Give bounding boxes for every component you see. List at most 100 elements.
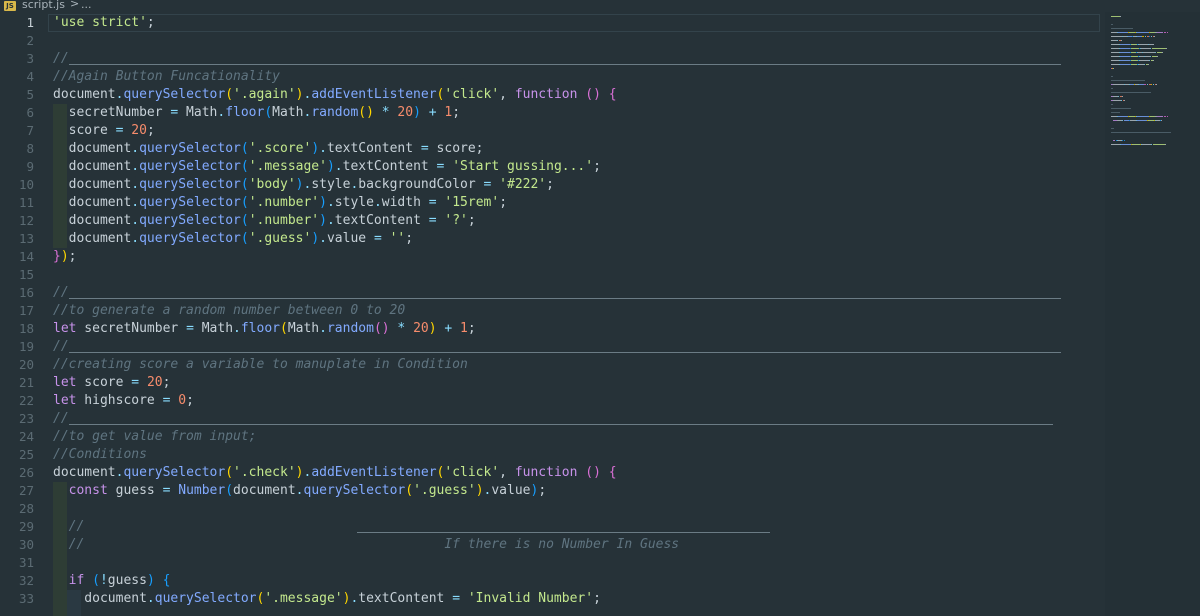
code-line[interactable]: 29 // bbox=[0, 518, 1100, 536]
minimap-mark bbox=[1156, 84, 1157, 85]
code-text: document.querySelector('.check').addEven… bbox=[53, 464, 617, 482]
code-text: // bbox=[53, 284, 69, 302]
code-line[interactable]: 27 const guess = Number(document.querySe… bbox=[0, 482, 1100, 500]
line-number: 2 bbox=[26, 33, 34, 48]
code-line[interactable]: 31 bbox=[0, 554, 1100, 572]
code-line[interactable]: 8 document.querySelector('.score').textC… bbox=[0, 140, 1100, 158]
code-line[interactable]: 25 //Conditions bbox=[0, 446, 1100, 464]
minimap-mark bbox=[1144, 84, 1146, 85]
code-token: highscore bbox=[76, 393, 163, 408]
minimap-mark bbox=[1111, 52, 1119, 53]
breadcrumb-file-name[interactable]: script.js bbox=[22, 0, 65, 11]
code-token: Math bbox=[272, 105, 304, 120]
line-number: 22 bbox=[18, 393, 34, 408]
code-line[interactable]: 10 document.querySelector('body').style.… bbox=[0, 176, 1100, 194]
code-line[interactable]: 2 bbox=[0, 32, 1100, 50]
code-line[interactable]: 13 document.querySelector('.guess').valu… bbox=[0, 230, 1100, 248]
breadcrumb-more[interactable]: ... bbox=[81, 0, 92, 11]
code-text: // bbox=[53, 518, 85, 536]
minimap-mark bbox=[1157, 116, 1163, 117]
code-line[interactable]: 33 document.querySelector('.message').te… bbox=[0, 590, 1100, 608]
code-text: document.querySelector('.message').textC… bbox=[53, 158, 601, 176]
minimap-mark bbox=[1118, 96, 1119, 97]
line-number: 1 bbox=[26, 15, 34, 30]
code-line[interactable]: 3 // bbox=[0, 50, 1100, 68]
minimap-mark bbox=[1120, 64, 1130, 65]
minimap-mark bbox=[1111, 80, 1145, 81]
line-number: 10 bbox=[18, 177, 34, 192]
code-text: //Conditions bbox=[53, 446, 147, 464]
minimap-mark bbox=[1161, 120, 1162, 121]
code-line[interactable]: 32 if (!guess) { bbox=[0, 572, 1100, 590]
code-line[interactable]: 17 //to generate a random number between … bbox=[0, 302, 1100, 320]
code-token: querySelector bbox=[139, 231, 241, 246]
code-token: addEventListener bbox=[311, 465, 437, 480]
line-number: 28 bbox=[18, 501, 34, 516]
code-line[interactable]: 20 //creating score a variable to manupla… bbox=[0, 356, 1100, 374]
code-line[interactable]: 5 document.querySelector('.again').addEve… bbox=[0, 86, 1100, 104]
code-token: let bbox=[53, 375, 77, 390]
code-text: secretNumber = Math.floor(Math.random() … bbox=[53, 104, 460, 122]
code-token: let bbox=[53, 393, 77, 408]
minimap-mark bbox=[1140, 60, 1149, 61]
code-token: ( bbox=[240, 141, 249, 156]
code-token: document bbox=[53, 141, 132, 156]
code-text: const guess = Number(document.querySelec… bbox=[53, 482, 547, 500]
code-line[interactable]: 18 let secretNumber = Math.floor(Math.ran… bbox=[0, 320, 1100, 338]
code-line[interactable]: 16 // bbox=[0, 284, 1100, 302]
minimap-mark bbox=[1131, 48, 1139, 49]
breadcrumb[interactable]: JS script.js > ... bbox=[0, 0, 1200, 12]
code-line[interactable]: 22 let highscore = 0; bbox=[0, 392, 1100, 410]
code-token: = bbox=[131, 375, 140, 390]
code-token: ( bbox=[264, 105, 273, 120]
code-token: document bbox=[53, 213, 132, 228]
code-text: if (!guess) { bbox=[53, 572, 171, 590]
code-line[interactable]: 30 // If there is no Number In Guess bbox=[0, 536, 1100, 554]
code-line[interactable]: 12 document.querySelector('.number').tex… bbox=[0, 212, 1100, 230]
code-token: ) bbox=[311, 141, 320, 156]
code-text: document.querySelector('body').style.bac… bbox=[53, 176, 554, 194]
code-token: value bbox=[491, 483, 531, 498]
minimap-mark bbox=[1165, 144, 1166, 145]
code-line[interactable]: 21 let score = 20; bbox=[0, 374, 1100, 392]
code-token: document bbox=[53, 159, 132, 174]
code-line[interactable]: 24 //to get value from input; bbox=[0, 428, 1100, 446]
code-text: //to generate a random number between 0 … bbox=[53, 302, 405, 320]
code-line[interactable]: 15 bbox=[0, 266, 1100, 284]
code-line[interactable]: 11 document.querySelector('.number').sty… bbox=[0, 194, 1100, 212]
code-token: '.number' bbox=[248, 195, 320, 210]
minimap[interactable] bbox=[1105, 12, 1200, 616]
code-line[interactable]: 6 secretNumber = Math.floor(Math.random(… bbox=[0, 104, 1100, 122]
code-line[interactable]: 1 'use strict'; bbox=[0, 14, 1100, 32]
line-number: 20 bbox=[18, 357, 34, 372]
code-line[interactable]: 28 bbox=[0, 500, 1100, 518]
code-line[interactable]: 9 document.querySelector('.message').tex… bbox=[0, 158, 1100, 176]
code-token: score bbox=[53, 123, 116, 138]
code-token: ( bbox=[405, 483, 414, 498]
code-token: secretNumber bbox=[76, 321, 187, 336]
code-text: let secretNumber = Math.floor(Math.rando… bbox=[53, 320, 476, 338]
code-line[interactable]: 19 // bbox=[0, 338, 1100, 356]
code-text: let score = 20; bbox=[53, 374, 170, 392]
code-token: 0 bbox=[178, 393, 187, 408]
minimap-mark bbox=[1143, 52, 1155, 53]
code-token: . bbox=[131, 177, 140, 192]
code-token: . bbox=[326, 195, 335, 210]
code-line[interactable]: 14}); bbox=[0, 248, 1100, 266]
code-token: () bbox=[373, 321, 390, 336]
minimap-mark bbox=[1144, 64, 1145, 65]
minimap-mark bbox=[1111, 112, 1120, 113]
minimap-mark bbox=[1124, 140, 1125, 141]
code-editor[interactable]: 1'use strict'; 2 3//4//Again Button Funcat… bbox=[0, 14, 1100, 616]
minimap-mark bbox=[1155, 52, 1156, 53]
code-line[interactable]: 26 document.querySelector('.check').addEv… bbox=[0, 464, 1100, 482]
code-token: // If there is no Number In Guess bbox=[53, 537, 680, 552]
code-token: ; bbox=[452, 105, 461, 120]
code-line[interactable]: 23 // bbox=[0, 410, 1100, 428]
code-line[interactable]: 7 score = 20; bbox=[0, 122, 1100, 140]
code-token: . bbox=[131, 159, 140, 174]
line-number: 16 bbox=[18, 285, 34, 300]
code-line[interactable]: 4 //Again Button Funcationality bbox=[0, 68, 1100, 86]
minimap-mark bbox=[1120, 44, 1130, 45]
